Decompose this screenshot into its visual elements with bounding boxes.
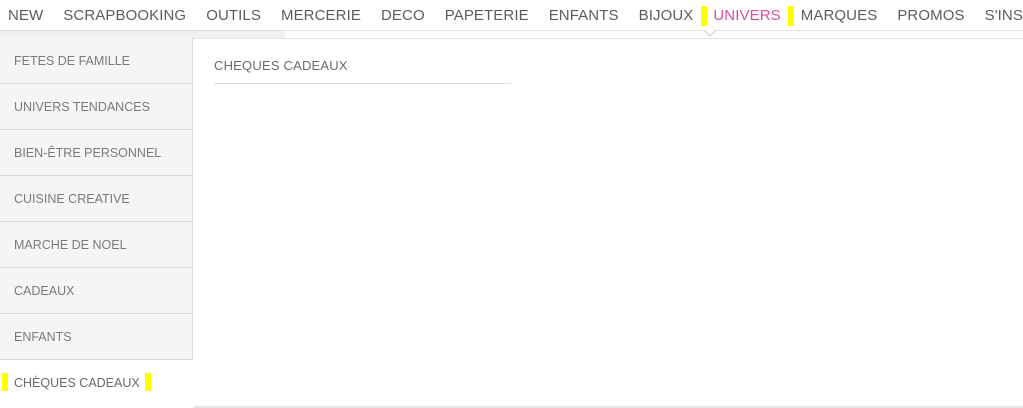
sidebar-item-label: CHÈQUES CADEAUX xyxy=(14,376,140,390)
sidebar-item-fetes-de-famille[interactable]: FETES DE FAMILLE xyxy=(0,38,193,84)
nav-item-scrapbooking[interactable]: SCRAPBOOKING xyxy=(63,0,186,31)
sidebar-item-enfants[interactable]: ENFANTS xyxy=(0,314,193,360)
highlight-marker-left xyxy=(2,373,8,391)
nav-item-bijoux[interactable]: BIJOUX xyxy=(639,0,694,31)
nav-item-mercerie[interactable]: MERCERIE xyxy=(281,0,361,31)
univers-sidebar: FETES DE FAMILLE UNIVERS TENDANCES BIEN-… xyxy=(0,38,193,408)
nav-item-univers[interactable]: UNIVERS xyxy=(701,0,794,31)
nav-item-marques[interactable]: MARQUES xyxy=(801,0,878,31)
dropdown-pointer-icon xyxy=(703,29,717,37)
sidebar-item-marche-de-noel[interactable]: MARCHE DE NOEL xyxy=(0,222,193,268)
nav-item-sinspirer[interactable]: S'INSPIRER xyxy=(985,0,1023,31)
sidebar-item-univers-tendances[interactable]: UNIVERS TENDANCES xyxy=(0,84,193,130)
highlight-marker-left xyxy=(701,5,708,26)
nav-item-deco[interactable]: DECO xyxy=(381,0,425,31)
content-heading[interactable]: CHEQUES CADEAUX xyxy=(214,58,511,84)
sidebar-item-bien-etre-personnel[interactable]: BIEN-ÊTRE PERSONNEL xyxy=(0,130,193,176)
nav-item-promos[interactable]: PROMOS xyxy=(897,0,964,31)
nav-item-new[interactable]: NEW xyxy=(8,0,43,31)
panel-top-divider xyxy=(193,38,1023,39)
nav-item-enfants[interactable]: ENFANTS xyxy=(549,0,619,31)
highlight-marker-right xyxy=(787,5,794,26)
sidebar-item-cheques-cadeaux[interactable]: CHÈQUES CADEAUX xyxy=(0,360,193,406)
top-navigation: NEW SCRAPBOOKING OUTILS MERCERIE DECO PA… xyxy=(0,0,1023,31)
nav-item-papeterie[interactable]: PAPETERIE xyxy=(445,0,529,31)
highlight-marker-right xyxy=(145,373,151,391)
sidebar-item-cuisine-creative[interactable]: CUISINE CREATIVE xyxy=(0,176,193,222)
nav-item-univers-label: UNIVERS xyxy=(713,6,781,24)
nav-item-outils[interactable]: OUTILS xyxy=(206,0,261,31)
page: NEW SCRAPBOOKING OUTILS MERCERIE DECO PA… xyxy=(0,0,1023,408)
sidebar-item-cadeaux[interactable]: CADEAUX xyxy=(0,268,193,314)
